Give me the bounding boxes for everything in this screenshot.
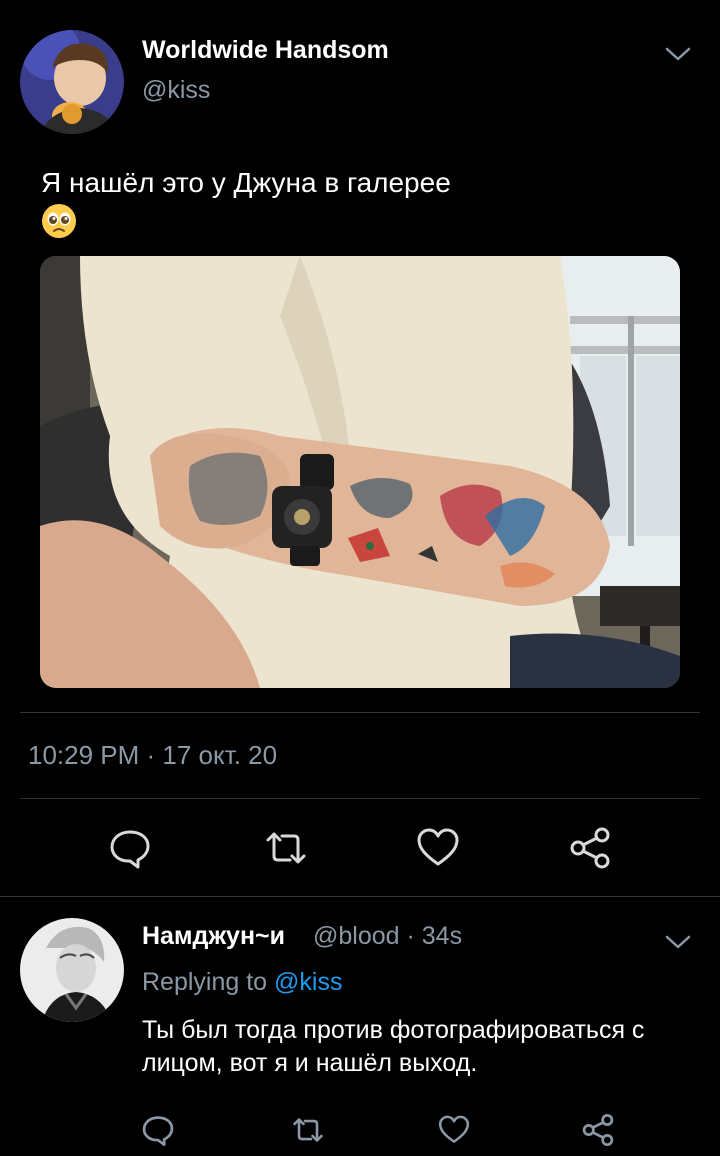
reply-text: Ты был тогда против фотографироваться с … xyxy=(142,1016,645,1077)
reply-button[interactable] xyxy=(134,1106,182,1154)
replying-to-label: Replying to xyxy=(142,968,268,996)
retweet-icon xyxy=(290,1113,326,1147)
retweet-button[interactable] xyxy=(284,1106,332,1154)
tweet-photo[interactable] xyxy=(40,256,680,688)
share-button[interactable] xyxy=(566,824,614,872)
retweet-button[interactable] xyxy=(262,824,310,872)
like-button[interactable] xyxy=(414,824,462,872)
share-button[interactable] xyxy=(574,1106,622,1154)
pleading-face-icon xyxy=(41,203,77,239)
share-icon xyxy=(568,826,612,870)
author-avatar[interactable] xyxy=(20,30,124,134)
chevron-down-icon[interactable] xyxy=(664,44,692,64)
reply-author-avatar[interactable] xyxy=(20,918,124,1022)
author-name[interactable]: Worldwide Handsom xyxy=(142,36,389,65)
comment-icon xyxy=(108,826,152,870)
heart-icon xyxy=(415,826,461,870)
tweet-timestamp[interactable]: 10:29 PM · 17 окт. 20 xyxy=(28,740,277,771)
reply-author-handle[interactable]: @blood · 34s xyxy=(313,922,462,951)
heart-icon xyxy=(437,1114,471,1146)
comment-icon xyxy=(141,1113,175,1147)
author-handle[interactable]: @kiss xyxy=(142,76,210,105)
reply-button[interactable] xyxy=(106,824,154,872)
like-button[interactable] xyxy=(430,1106,478,1154)
main-tweet[interactable]: Worldwide Handsom @kiss Я нашёл это у Дж… xyxy=(0,0,720,896)
tweet-text: Я нашёл это у Джуна в галерее xyxy=(41,167,451,198)
divider xyxy=(20,712,700,713)
replying-to: Replying to @kiss xyxy=(142,968,342,997)
reply-author-name[interactable]: Намджун~и xyxy=(142,922,285,951)
retweet-icon xyxy=(262,826,310,870)
divider xyxy=(20,798,700,799)
replying-to-handle-link[interactable]: @kiss xyxy=(274,968,342,996)
share-icon xyxy=(581,1113,615,1147)
chevron-down-icon[interactable] xyxy=(664,932,692,952)
